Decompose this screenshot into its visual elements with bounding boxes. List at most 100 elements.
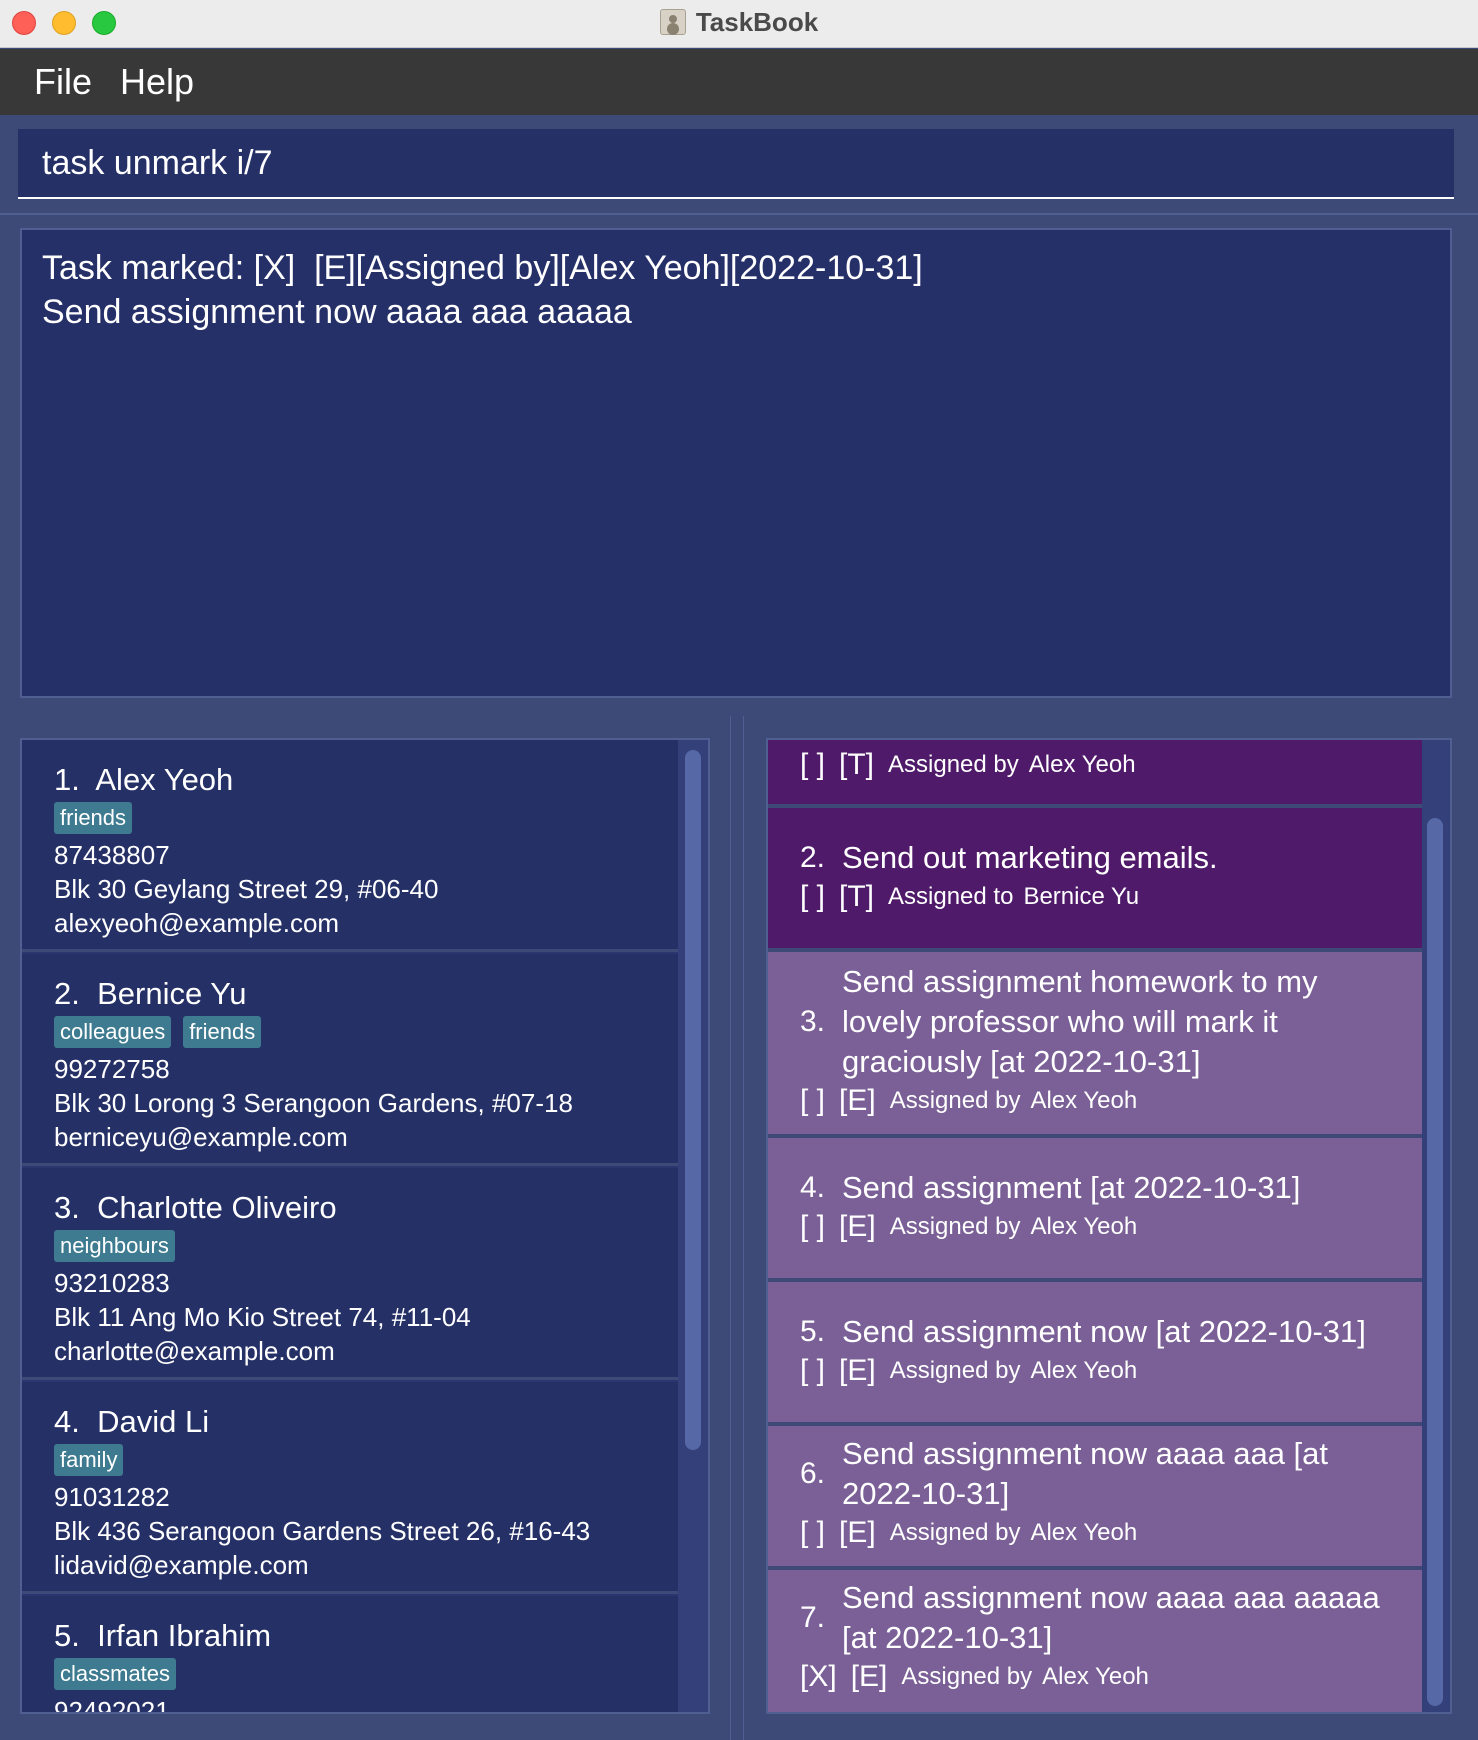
- person-address: Blk 30 Lorong 3 Serangoon Gardens, #07-1…: [54, 1088, 573, 1118]
- task-index: 3.: [800, 1005, 826, 1038]
- task-status: [ ]: [800, 1084, 826, 1117]
- task-status: [ ]: [800, 1516, 826, 1549]
- task-type: [E]: [850, 1660, 888, 1693]
- person-name: 3. Charlotte Oliveiro: [54, 1190, 337, 1225]
- task-index: 2.: [800, 841, 826, 874]
- task-card[interactable]: 5. Send assignment now [at 2022-10-31] […: [768, 1282, 1422, 1426]
- person-card[interactable]: 3. Charlotte Oliveiro neighbours 9321028…: [22, 1168, 678, 1380]
- task-meta: [ ] [E] Assigned by Alex Yeoh: [800, 1084, 1422, 1118]
- task-card[interactable]: [ ] [T] Assigned by Alex Yeoh: [768, 740, 1422, 808]
- person-email: berniceyu@example.com: [54, 1122, 348, 1152]
- task-card[interactable]: 6. Send assignment now aaaa aaa [at 2022…: [768, 1426, 1422, 1570]
- tag: classmates: [54, 1658, 177, 1690]
- task-description: Send assignment now [at 2022-10-31]: [842, 1314, 1366, 1349]
- command-panel: task unmark i/7: [0, 115, 1478, 215]
- tag: family: [54, 1444, 124, 1476]
- person-tags: family: [54, 1444, 678, 1476]
- tag: neighbours: [54, 1230, 175, 1262]
- person-card[interactable]: 5. Irfan Ibrahim classmates 92492021: [22, 1596, 678, 1714]
- task-assign-label: Assigned to: [888, 883, 1014, 910]
- app-icon: [659, 9, 686, 35]
- task-description: Send assignment now aaaa aaa aaaaa [at 2…: [842, 1580, 1380, 1655]
- app-window: TaskBook File Help task unmark i/7 Task …: [0, 0, 1478, 1740]
- result-display: Task marked: [X] [E][Assigned by][Alex Y…: [20, 228, 1452, 698]
- person-phone: 92492021: [54, 1696, 170, 1714]
- task-type: [E]: [839, 1084, 876, 1117]
- task-meta: [X] [E] Assigned by Alex Yeoh: [800, 1660, 1422, 1694]
- task-card[interactable]: 3. Send assignment homework to my lovely…: [768, 952, 1422, 1138]
- person-email: alexyeoh@example.com: [54, 908, 340, 938]
- person-list-scroll-thumb[interactable]: [685, 750, 701, 1450]
- person-tags: colleagues friends: [54, 1016, 678, 1048]
- task-assign-label: Assigned by: [901, 1663, 1033, 1690]
- task-type: [T]: [839, 748, 875, 781]
- task-card[interactable]: 7. Send assignment now aaaa aaa aaaaa [a…: [768, 1570, 1422, 1712]
- person-card[interactable]: 2. Bernice Yu colleagues friends 9927275…: [22, 954, 678, 1166]
- task-status: [X]: [800, 1660, 837, 1693]
- task-index: 6.: [800, 1457, 826, 1490]
- task-meta: [ ] [E] Assigned by Alex Yeoh: [800, 1210, 1422, 1244]
- person-name: 1. Alex Yeoh: [54, 762, 234, 797]
- person-address: Blk 30 Geylang Street 29, #06-40: [54, 874, 439, 904]
- task-description: Send assignment homework to my lovely pr…: [842, 964, 1318, 1079]
- command-input-text[interactable]: task unmark i/7: [42, 144, 273, 183]
- menu-bar: File Help: [0, 49, 1478, 115]
- person-tags: classmates: [54, 1658, 678, 1690]
- person-address: Blk 11 Ang Mo Kio Street 74, #11-04: [54, 1302, 471, 1332]
- person-phone: 91031282: [54, 1482, 170, 1512]
- task-description: Send assignment [at 2022-10-31]: [842, 1170, 1301, 1205]
- panel-divider[interactable]: [730, 716, 744, 1740]
- task-person: Alex Yeoh: [1030, 1357, 1138, 1384]
- person-address: Blk 436 Serangoon Gardens Street 26, #16…: [54, 1516, 591, 1546]
- task-index: 5.: [800, 1315, 826, 1348]
- task-description: Send assignment now aaaa aaa [at 2022-10…: [842, 1436, 1329, 1511]
- task-assign-label: Assigned by: [889, 1087, 1021, 1114]
- tag: friends: [54, 802, 133, 834]
- person-phone: 87438807: [54, 840, 170, 870]
- task-person: Alex Yeoh: [1030, 1213, 1138, 1240]
- task-status: [ ]: [800, 1210, 826, 1243]
- task-type: [E]: [839, 1210, 876, 1243]
- task-assign-label: Assigned by: [889, 1357, 1021, 1384]
- task-card[interactable]: 4. Send assignment [at 2022-10-31] [ ] […: [768, 1138, 1422, 1282]
- task-card[interactable]: 2. Send out marketing emails. [ ] [T] As…: [768, 808, 1422, 952]
- person-phone: 93210283: [54, 1268, 170, 1298]
- person-card[interactable]: 4. David Li family 91031282 Blk 436 Sera…: [22, 1382, 678, 1594]
- task-list-scroll-thumb[interactable]: [1427, 818, 1443, 1706]
- person-list: 1. Alex Yeoh friends 87438807 Blk 30 Gey…: [20, 738, 710, 1714]
- task-meta: [ ] [T] Assigned to Bernice Yu: [800, 880, 1422, 914]
- task-list-scrollbar[interactable]: [1420, 740, 1450, 1712]
- task-status: [ ]: [800, 1354, 826, 1387]
- person-email: lidavid@example.com: [54, 1550, 309, 1580]
- task-type: [T]: [839, 880, 875, 913]
- person-card[interactable]: 1. Alex Yeoh friends 87438807 Blk 30 Gey…: [22, 740, 678, 952]
- person-phone: 99272758: [54, 1054, 170, 1084]
- task-index: 4.: [800, 1171, 826, 1204]
- person-name: 4. David Li: [54, 1404, 210, 1439]
- task-person: Alex Yeoh: [1030, 1519, 1138, 1546]
- task-list: [ ] [T] Assigned by Alex Yeoh 2. Send ou…: [766, 738, 1452, 1714]
- task-person: Alex Yeoh: [1042, 1663, 1149, 1690]
- task-type: [E]: [839, 1354, 876, 1387]
- result-text: Task marked: [X] [E][Assigned by][Alex Y…: [42, 249, 923, 331]
- task-status: [ ]: [800, 748, 826, 781]
- person-tags: neighbours: [54, 1230, 678, 1262]
- person-tags: friends: [54, 802, 678, 834]
- person-name: 2. Bernice Yu: [54, 976, 247, 1011]
- task-meta: [ ] [T] Assigned by Alex Yeoh: [800, 748, 1422, 782]
- task-index: 7.: [800, 1601, 826, 1634]
- window-title: TaskBook: [695, 6, 819, 37]
- task-meta: [ ] [E] Assigned by Alex Yeoh: [800, 1354, 1422, 1388]
- task-meta: [ ] [E] Assigned by Alex Yeoh: [800, 1516, 1422, 1550]
- task-assign-label: Assigned by: [888, 751, 1019, 778]
- command-input[interactable]: task unmark i/7: [18, 129, 1454, 199]
- person-email: charlotte@example.com: [54, 1336, 335, 1366]
- tag: colleagues: [54, 1016, 172, 1048]
- person-name: 5. Irfan Ibrahim: [54, 1618, 272, 1653]
- person-list-scrollbar[interactable]: [678, 740, 708, 1712]
- task-type: [E]: [839, 1516, 876, 1549]
- task-person: Alex Yeoh: [1028, 751, 1136, 778]
- menu-help[interactable]: Help: [106, 61, 208, 103]
- menu-file[interactable]: File: [20, 61, 106, 103]
- task-person: Alex Yeoh: [1030, 1087, 1138, 1114]
